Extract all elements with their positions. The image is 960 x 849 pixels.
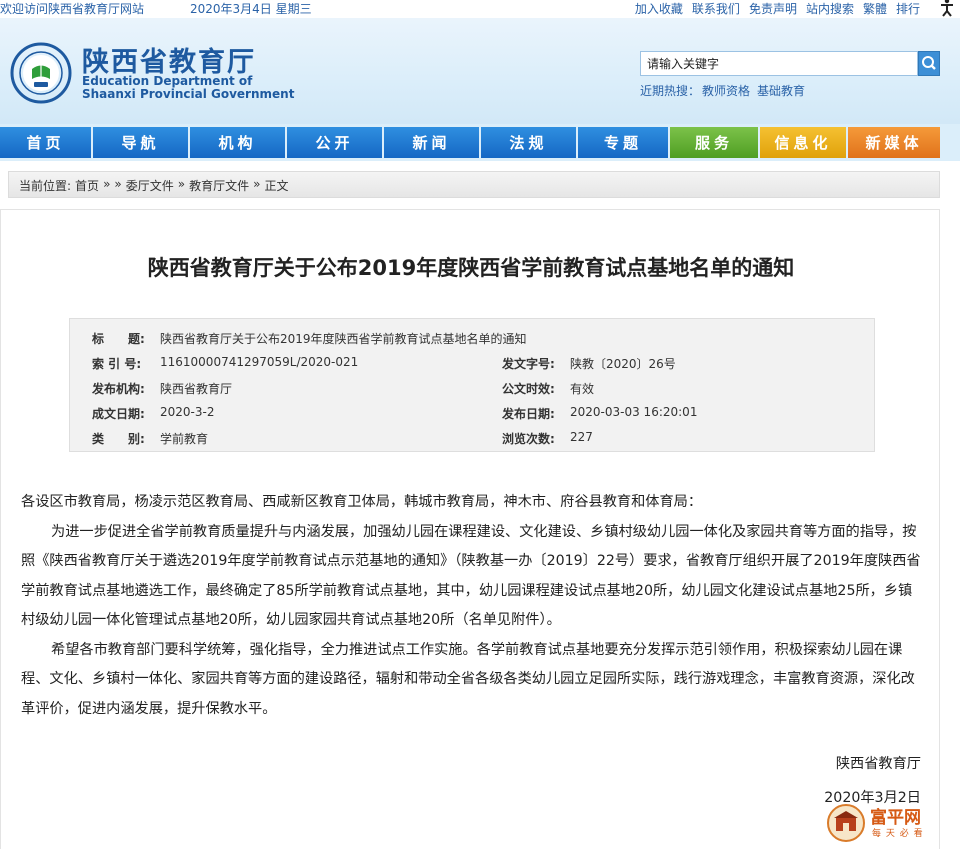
breadcrumb-department-docs[interactable]: 教育厅文件: [189, 177, 249, 193]
meta-pubdate-value: 2020-03-03 16:20:01: [570, 405, 698, 419]
meta-validity-value: 有效: [570, 382, 595, 396]
search-input[interactable]: [640, 51, 918, 76]
nav-institutions[interactable]: 机构: [190, 127, 285, 158]
nav-news[interactable]: 新闻: [384, 127, 479, 158]
paragraph-2: 希望各市教育部门要科学统筹，强化指导，全力推进试点工作实施。各学前教育试点基地要…: [21, 641, 915, 717]
breadcrumb: 当前位置: 首页 » » 委厅文件 » 教育厅文件 » 正文: [8, 171, 940, 198]
top-links: 加入收藏 联系我们 免责声明 站内搜索 繁體 排行: [635, 0, 920, 17]
contact-link[interactable]: 联系我们: [692, 0, 740, 17]
article-body: 各设区市教育局，杨凌示范区教育局、西咸新区教育卫体局，韩城市教育局，神木市、府谷…: [21, 488, 926, 724]
welcome-text: 欢迎访问陕西省教育厅网站: [0, 2, 145, 16]
nav-regulations[interactable]: 法规: [481, 127, 576, 158]
meta-views-value: 227: [570, 430, 593, 444]
nav-informatization[interactable]: 信息化: [760, 127, 846, 158]
main-nav: 首页 导航 机构 公开 新闻 法规 专题 服务 信息化 新媒体: [0, 124, 960, 161]
meta-title-value: 陕西省教育厅关于公布2019年度陕西省学前教育试点基地名单的通知: [160, 332, 527, 346]
meta-category-label: 类 别:: [92, 432, 145, 446]
nav-topics[interactable]: 专题: [578, 127, 668, 158]
nav-navigation[interactable]: 导航: [93, 127, 188, 158]
add-favorite-link[interactable]: 加入收藏: [635, 0, 683, 17]
breadcrumb-separator: »: [177, 177, 186, 191]
top-bar: 欢迎访问陕西省教育厅网站 2020年3月4日 星期三 加入收藏 联系我们 免责声…: [0, 0, 960, 18]
meta-validity-label: 公文时效:: [502, 382, 555, 396]
search-button[interactable]: [918, 51, 940, 76]
site-name-english-line2: Shaanxi Provincial Government: [82, 87, 295, 101]
meta-index-value: 11610000741297059L/2020-021: [160, 355, 359, 369]
paragraph-1: 为进一步促进全省学前教育质量提升与内涵发展，加强幼儿园在课程建设、文化建设、乡镇…: [21, 523, 921, 629]
hot-word-basic-education[interactable]: 基础教育: [757, 82, 805, 99]
watermark-subtext: 每 天 必 看: [872, 829, 924, 839]
meta-org-label: 发布机构:: [92, 382, 145, 396]
traditional-chinese-link[interactable]: 繁體: [863, 0, 887, 17]
article-panel: 陕西省教育厅关于公布2019年度陕西省学前教育试点基地名单的通知 标 题: 陕西…: [0, 209, 940, 849]
breadcrumb-current: 正文: [264, 179, 289, 193]
site-header: 陕西省教育厅 Education Department of Shaanxi P…: [0, 18, 960, 124]
site-name-english: Education Department of Shaanxi Provinci…: [82, 75, 294, 101]
watermark-gate-icon: [827, 804, 865, 842]
breadcrumb-label: 当前位置:: [19, 179, 72, 193]
watermark-text: 富平网: [870, 808, 921, 828]
disclaimer-link[interactable]: 免责声明: [749, 0, 797, 17]
meta-docno-value: 陕教〔2020〕26号: [570, 357, 676, 371]
meta-index-label: 索 引 号:: [92, 357, 142, 371]
search-icon: [922, 56, 936, 70]
nav-disclosure[interactable]: 公开: [287, 127, 382, 158]
site-watermark: 富平网 每 天 必 看: [826, 801, 940, 845]
breadcrumb-committee-docs[interactable]: 委厅文件: [126, 177, 174, 193]
meta-date-label: 成文日期:: [92, 407, 145, 421]
breadcrumb-separator: »: [114, 177, 122, 191]
article-title: 陕西省教育厅关于公布2019年度陕西省学前教育试点基地名单的通知: [147, 256, 795, 280]
breadcrumb-separator: »: [103, 177, 111, 191]
breadcrumb-home[interactable]: 首页: [75, 177, 99, 193]
hot-word-teacher-qualification[interactable]: 教师资格: [702, 82, 750, 99]
nav-home[interactable]: 首页: [0, 127, 91, 158]
document-meta-table: 标 题: 陕西省教育厅关于公布2019年度陕西省学前教育试点基地名单的通知 索 …: [69, 318, 875, 452]
breadcrumb-separator: »: [253, 177, 261, 191]
meta-org-value: 陕西省教育厅: [160, 382, 233, 396]
salutation: 各设区市教育局，杨凌示范区教育局、西咸新区教育卫体局，韩城市教育局，神木市、府谷…: [21, 494, 703, 510]
site-search-link[interactable]: 站内搜索: [806, 0, 854, 17]
meta-category-value: 学前教育: [160, 432, 209, 446]
nav-services[interactable]: 服务: [670, 127, 758, 158]
current-date: 2020年3月4日 星期三: [190, 2, 312, 16]
accessibility-icon[interactable]: [936, 0, 958, 18]
meta-title-label: 标 题:: [92, 332, 145, 346]
ranking-link[interactable]: 排行: [896, 0, 920, 17]
signature-org: 陕西省教育厅: [835, 756, 921, 772]
education-department-seal-icon[interactable]: [10, 42, 72, 104]
hot-search-label: 近期热搜：: [640, 84, 701, 98]
meta-date-value: 2020-3-2: [160, 405, 215, 419]
meta-pubdate-label: 发布日期:: [502, 407, 555, 421]
nav-new-media[interactable]: 新媒体: [848, 127, 940, 158]
meta-docno-label: 发文字号:: [502, 357, 555, 371]
meta-views-label: 浏览次数:: [502, 432, 555, 446]
